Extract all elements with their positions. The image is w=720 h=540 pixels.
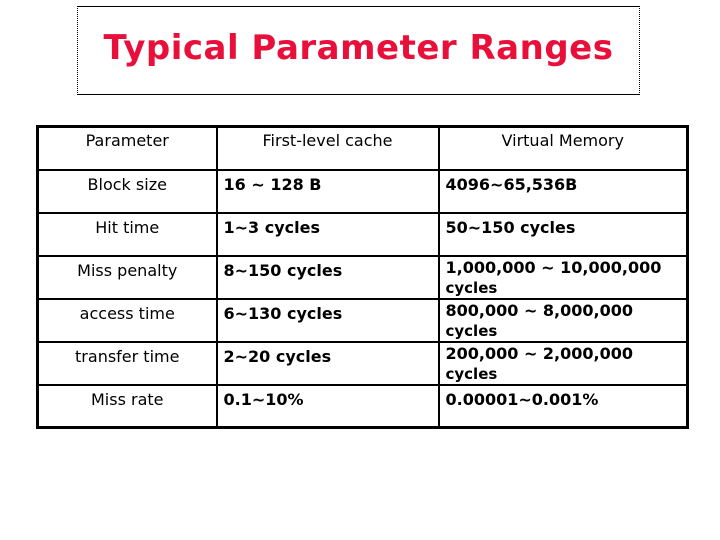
cell-parameter: access time: [36, 297, 218, 343]
title-box: Typical Parameter Ranges: [77, 6, 640, 95]
cell-cache: 8~150 cycles: [215, 254, 440, 300]
cell-cache: 2~20 cycles: [215, 340, 440, 386]
cell-parameter: Hit time: [36, 211, 218, 257]
cell-cache: 1~3 cycles: [215, 211, 440, 257]
cell-vm: 1,000,000 ~ 10,000,000 cycles: [437, 254, 689, 300]
parameter-ranges-table: Parameter First-level cache Virtual Memo…: [36, 125, 689, 429]
cell-cache: 16 ~ 128 B: [215, 168, 440, 214]
header-first-level-cache: First-level cache: [215, 125, 440, 171]
table-row: Miss penalty 8~150 cycles 1,000,000 ~ 10…: [36, 254, 689, 300]
cell-vm-text: 800,000 ~ 8,000,000: [445, 300, 634, 320]
page-title: Typical Parameter Ranges: [103, 27, 614, 68]
header-virtual-memory: Virtual Memory: [437, 125, 689, 171]
cell-vm-unit: cycles: [445, 278, 498, 297]
cell-vm-unit: cycles: [445, 364, 498, 383]
table-row: Hit time 1~3 cycles 50~150 cycles: [36, 211, 689, 257]
cell-parameter: transfer time: [36, 340, 218, 386]
cell-parameter: Miss rate: [36, 383, 218, 429]
cell-vm: 4096~65,536B: [437, 168, 689, 214]
table-row: Block size 16 ~ 128 B 4096~65,536B: [36, 168, 689, 214]
header-parameter: Parameter: [36, 125, 218, 171]
cell-parameter: Miss penalty: [36, 254, 218, 300]
cell-parameter: Block size: [36, 168, 218, 214]
cell-vm-text: 200,000 ~ 2,000,000: [445, 343, 634, 363]
table-header-row: Parameter First-level cache Virtual Memo…: [36, 125, 689, 171]
table-row: Miss rate 0.1~10% 0.00001~0.001%: [36, 383, 689, 429]
table-row: access time 6~130 cycles 800,000 ~ 8,000…: [36, 297, 689, 343]
cell-vm-text: 0.00001~0.001%: [445, 389, 599, 409]
cell-cache: 0.1~10%: [215, 383, 440, 429]
cell-vm: 200,000 ~ 2,000,000 cycles: [437, 340, 689, 386]
table-row: transfer time 2~20 cycles 200,000 ~ 2,00…: [36, 340, 689, 386]
cell-cache: 6~130 cycles: [215, 297, 440, 343]
cell-vm-text: 4096~65,536B: [445, 174, 578, 194]
cell-vm-unit: cycles: [445, 321, 498, 340]
cell-vm-text: 50~150 cycles: [445, 217, 576, 237]
cell-vm: 50~150 cycles: [437, 211, 689, 257]
cell-vm: 0.00001~0.001%: [437, 383, 689, 429]
cell-vm: 800,000 ~ 8,000,000 cycles: [437, 297, 689, 343]
cell-vm-text: 1,000,000 ~ 10,000,000: [445, 257, 662, 277]
